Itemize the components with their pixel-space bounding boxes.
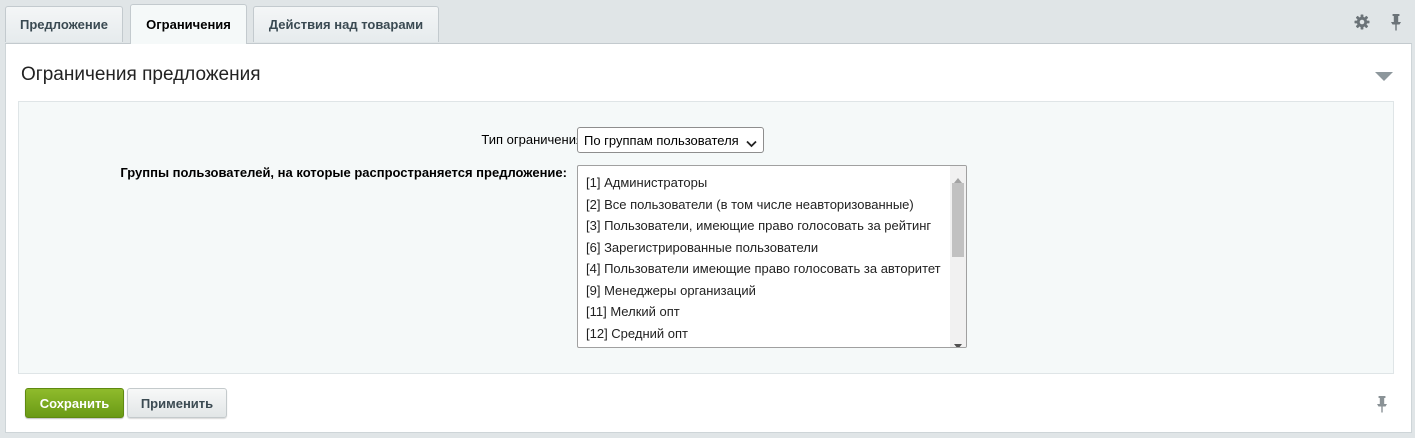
tab-product-actions[interactable]: Действия над товарами bbox=[253, 6, 439, 42]
apply-button[interactable]: Применить bbox=[127, 388, 227, 418]
section-title: Ограничения предложения bbox=[21, 64, 261, 85]
list-item[interactable]: [4] Пользователи имеющие право голосоват… bbox=[586, 258, 966, 280]
list-item[interactable]: [2] Все пользователи (в том числе неавто… bbox=[586, 194, 966, 216]
list-item[interactable]: [9] Менеджеры организаций bbox=[586, 280, 966, 302]
form-area: Тип ограничения По группам пользователя … bbox=[18, 101, 1394, 374]
restriction-type-value: По группам пользователя bbox=[584, 132, 739, 148]
list-item[interactable]: [3] Пользователи, имеющие право голосова… bbox=[586, 215, 966, 237]
tab-offer[interactable]: Предложение bbox=[5, 6, 123, 42]
list-item[interactable]: [6] Зарегистрированные пользователи bbox=[586, 237, 966, 259]
scroll-up-icon[interactable] bbox=[954, 171, 962, 183]
list-item[interactable]: [1] Администраторы bbox=[586, 172, 966, 194]
user-groups-label: Группы пользователей, на которые распрос… bbox=[120, 165, 567, 180]
user-groups-listbox[interactable]: [1] Администраторы [2] Все пользователи … bbox=[577, 165, 967, 348]
pin-icon[interactable] bbox=[1372, 394, 1392, 414]
list-item[interactable]: [11] Мелкий опт bbox=[586, 301, 966, 323]
chevron-down-icon bbox=[746, 136, 757, 148]
list-item[interactable]: [12] Средний опт bbox=[586, 323, 966, 345]
save-button[interactable]: Сохранить bbox=[25, 388, 124, 418]
restriction-type-label: Тип ограничения bbox=[481, 132, 583, 147]
restriction-type-select[interactable]: По группам пользователя bbox=[577, 127, 764, 153]
scroll-thumb[interactable] bbox=[952, 183, 964, 257]
triangle-down-icon[interactable] bbox=[1374, 71, 1394, 83]
tab-bar: Предложение Ограничения Действия над тов… bbox=[0, 0, 1415, 44]
restrictions-panel: Ограничения предложения Тип ограничения … bbox=[5, 43, 1412, 433]
gear-icon[interactable] bbox=[1352, 12, 1372, 32]
tab-restrictions[interactable]: Ограничения bbox=[130, 4, 247, 44]
listbox-scrollbar[interactable] bbox=[950, 166, 966, 347]
pin-icon[interactable] bbox=[1386, 12, 1406, 32]
scroll-down-icon[interactable] bbox=[954, 337, 962, 347]
